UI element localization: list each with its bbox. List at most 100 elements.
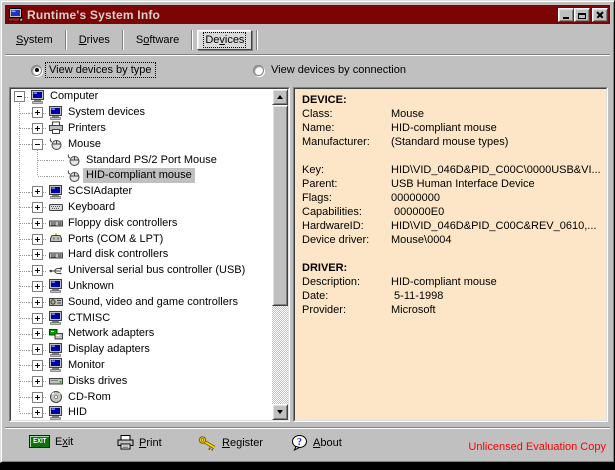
tree-expand-button[interactable] [32,281,43,292]
tree-item-label[interactable]: SCSIAdapter [65,184,135,199]
tree-expand-button[interactable] [32,107,43,118]
tree-expand-button[interactable] [32,265,43,276]
tab-system[interactable]: System [6,32,63,48]
exit-button[interactable]: EXITExit [29,435,73,448]
tree-collapse-button[interactable] [32,139,43,150]
tree-item: System devices [11,105,272,121]
guide-line [20,255,29,256]
tree-expand-button[interactable] [32,234,43,245]
detail-label: Description: [302,275,391,289]
scroll-up-icon [277,95,283,99]
tree-item-label[interactable]: Keyboard [65,200,118,215]
detail-label: Date: [302,289,391,303]
scroll-down-button[interactable] [272,404,288,420]
close-button[interactable] [592,8,608,22]
detail-value: 000000E0 [391,205,444,219]
tree-item-label[interactable]: Hard disk controllers [65,247,171,262]
radio-view-by-connection[interactable]: View devices by connection [253,63,408,77]
tree-item-label[interactable]: Floppy disk controllers [65,216,180,231]
tree-item-label[interactable]: Display adapters [65,342,153,357]
tree-expand-button[interactable] [32,297,43,308]
toolbar-button-label: Exit [55,436,73,448]
tree-item-label[interactable]: Computer [47,89,101,104]
tab-software[interactable]: Software [126,32,189,48]
tree-guides [29,358,47,374]
details-row: Capabilities: 000000E0 [302,205,606,219]
minimize-button[interactable] [558,8,574,22]
tree-item-label[interactable]: System devices [65,105,148,120]
tree-scrollbar[interactable] [272,89,288,420]
tree-guides [11,389,29,405]
tree-expand-button[interactable] [32,407,43,418]
tree-collapse-button[interactable] [14,91,25,102]
tree-item: Mouse [11,136,272,152]
tree-item-label[interactable]: CD-Rom [65,390,114,405]
tree-item-label[interactable]: CTMISC [65,311,113,326]
tree-guides [11,89,29,105]
tree-item-label[interactable]: Universal serial bus controller (USB) [65,263,248,278]
tree-guides [11,215,29,231]
detail-value: Mouse\0004 [391,233,452,247]
guide-line [19,389,20,397]
tree-guides [11,263,29,279]
tree-item-label[interactable]: Unknown [65,279,117,294]
computer-icon [47,106,65,120]
tree-item-label[interactable]: Printers [65,121,109,136]
details-row: Device driver:Mouse\0004 [302,233,606,247]
printer-icon [47,121,65,135]
tree-item-label[interactable]: Ports (COM & LPT) [65,232,166,247]
title-bar[interactable]: Runtime's System Info [5,5,610,24]
tree-expand-button[interactable] [32,328,43,339]
tree-expand-button[interactable] [32,313,43,324]
register-button[interactable]: Register [198,435,263,451]
tree-expand-button[interactable] [32,360,43,371]
guide-line [37,160,38,168]
app-window: Runtime's System Info System Drives Softwa… [0,0,615,463]
guide-line [20,239,29,240]
app-icon[interactable] [8,8,23,22]
printer-icon [117,435,134,450]
radio-view-by-type[interactable]: View devices by type [31,63,154,77]
tree-item-label[interactable]: Sound, video and game controllers [65,295,241,310]
scroll-up-button[interactable] [272,89,288,105]
tree-expand-button[interactable] [32,218,43,229]
tree-expand-button[interactable] [32,392,43,403]
detail-value: HID\VID_046D&PID_C00C&REV_0610,... [391,219,596,233]
tree-item-label[interactable]: Disks drives [65,374,130,389]
details-row: Name:HID-compliant mouse [302,121,606,135]
tree-expand-button[interactable] [32,249,43,260]
tree-item-label[interactable]: HID [65,405,90,420]
details-row: Description:HID-compliant mouse [302,275,606,289]
tree-expand-button[interactable] [32,344,43,355]
plus-glyph [37,379,38,384]
print-button[interactable]: Print [117,435,162,450]
maximize-button[interactable] [574,8,590,22]
tree-guides [11,136,29,152]
tree-expand-button[interactable] [32,376,43,387]
tree-expand-button[interactable] [32,202,43,213]
about-button[interactable]: ?About [291,435,342,451]
tree-item-label[interactable]: Mouse [65,137,104,152]
tab-devices[interactable]: Devices [197,30,252,50]
tab-drives[interactable]: Drives [69,32,120,48]
details-row: Manufacturer:(Standard mouse types) [302,135,606,149]
guide-line [19,215,20,223]
tree-item: HID [11,405,272,420]
tree-guides [11,121,29,137]
tree-expand-button[interactable] [32,123,43,134]
guide-line [19,373,20,381]
tree-guides [29,121,47,137]
tree-item-label[interactable]: Standard PS/2 Port Mouse [83,153,220,168]
guide-line [19,223,20,231]
tree-item-label[interactable]: Monitor [65,358,108,373]
tree-item-label[interactable]: HID-compliant mouse [83,168,195,183]
tree-guides [11,358,29,374]
tree-expand-button[interactable] [32,186,43,197]
guide-line [19,397,20,405]
tree-item-label[interactable]: Network adapters [65,326,157,341]
plus-glyph [37,252,38,257]
scrollbar-thumb[interactable] [272,105,288,306]
guide-line [19,318,20,326]
tree-item: Sound, video and game controllers [11,294,272,310]
details-blank-row [302,149,606,163]
